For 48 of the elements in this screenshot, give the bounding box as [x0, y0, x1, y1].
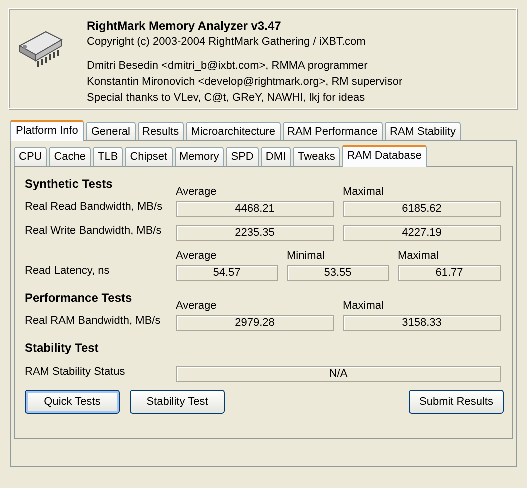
column-heading: Maximal: [343, 186, 385, 198]
row-label: Real Write Bandwidth, MB/s: [25, 225, 163, 237]
column-heading: Average: [176, 186, 218, 198]
tab[interactable]: Microarchitecture: [186, 122, 281, 140]
copyright-text: Copyright (c) 2003-2004 RightMark Gathering / iXBT.com: [87, 35, 367, 50]
column-heading: Average: [176, 250, 218, 262]
credit-text: Konstantin Mironovich <develop@rightmark.org>, RM supervisor: [87, 75, 403, 90]
column-heading: Maximal: [343, 300, 385, 312]
section-title: Synthetic Tests: [25, 177, 114, 191]
value-field: 4468.21: [176, 201, 334, 217]
tab[interactable]: Platform Info: [10, 120, 84, 141]
tab[interactable]: General: [86, 122, 136, 140]
section-title: Stability Test: [25, 341, 100, 355]
value-field: 6185.62: [343, 201, 501, 217]
value-field: 2235.35: [176, 225, 334, 241]
tab[interactable]: TLB: [93, 147, 124, 166]
tab[interactable]: Memory: [174, 147, 224, 166]
section-title: Performance Tests: [25, 291, 134, 305]
tab[interactable]: Cache: [49, 147, 92, 166]
tab[interactable]: SPD: [226, 147, 259, 166]
button[interactable]: Submit Results: [409, 390, 504, 414]
value-field: 2979.28: [176, 315, 334, 331]
row-label: RAM Stability Status: [25, 366, 126, 378]
tab[interactable]: CPU: [14, 147, 48, 166]
button[interactable]: Stability Test: [130, 390, 225, 414]
value-field: 61.77: [398, 265, 501, 281]
tab[interactable]: RAM Performance: [282, 122, 384, 140]
column-heading: Maximal: [398, 250, 440, 262]
row-label: Real Read Bandwidth, MB/s: [25, 201, 164, 213]
value-field: 4227.19: [343, 225, 501, 241]
tab[interactable]: RAM Database: [342, 145, 427, 167]
column-heading: Minimal: [287, 250, 326, 262]
tab[interactable]: DMI: [260, 147, 292, 166]
credit-text: Dmitri Besedin <dmitri_b@ixbt.com>, RMMA programmer: [87, 59, 369, 74]
row-label: Read Latency, ns: [25, 265, 111, 277]
value-field: 54.57: [176, 265, 278, 281]
credit-text: Special thanks to VLev, C@t, GReY, NAWHI, lkj for ideas: [87, 91, 366, 106]
value-field: 3158.33: [343, 315, 501, 331]
row-label: Real RAM Bandwidth, MB/s: [25, 315, 162, 327]
value-field: N/A: [176, 366, 501, 382]
column-heading: Average: [176, 300, 218, 312]
tab[interactable]: RAM Stability: [385, 122, 462, 140]
button[interactable]: Quick Tests: [25, 390, 120, 414]
app-title: RightMark Memory Analyzer v3.47: [87, 19, 282, 34]
tab[interactable]: Results: [138, 122, 184, 140]
tab[interactable]: Tweaks: [293, 147, 340, 166]
tab[interactable]: Chipset: [125, 147, 173, 166]
value-field: 53.55: [287, 265, 389, 281]
